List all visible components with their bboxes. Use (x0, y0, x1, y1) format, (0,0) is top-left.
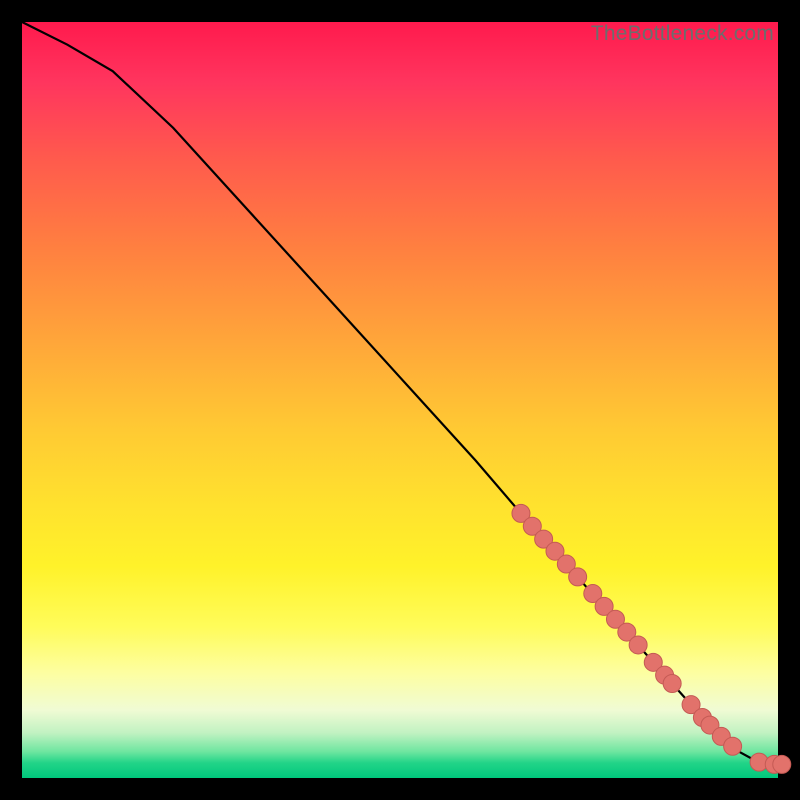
data-marker (773, 755, 791, 773)
data-marker (724, 737, 742, 755)
marker-group (512, 504, 791, 773)
chart-svg (22, 22, 778, 778)
plot-area: TheBottleneck.com (22, 22, 778, 778)
curve-line (22, 22, 778, 764)
data-marker (569, 568, 587, 586)
data-marker (663, 675, 681, 693)
data-marker (629, 636, 647, 654)
chart-frame: TheBottleneck.com (0, 0, 800, 800)
